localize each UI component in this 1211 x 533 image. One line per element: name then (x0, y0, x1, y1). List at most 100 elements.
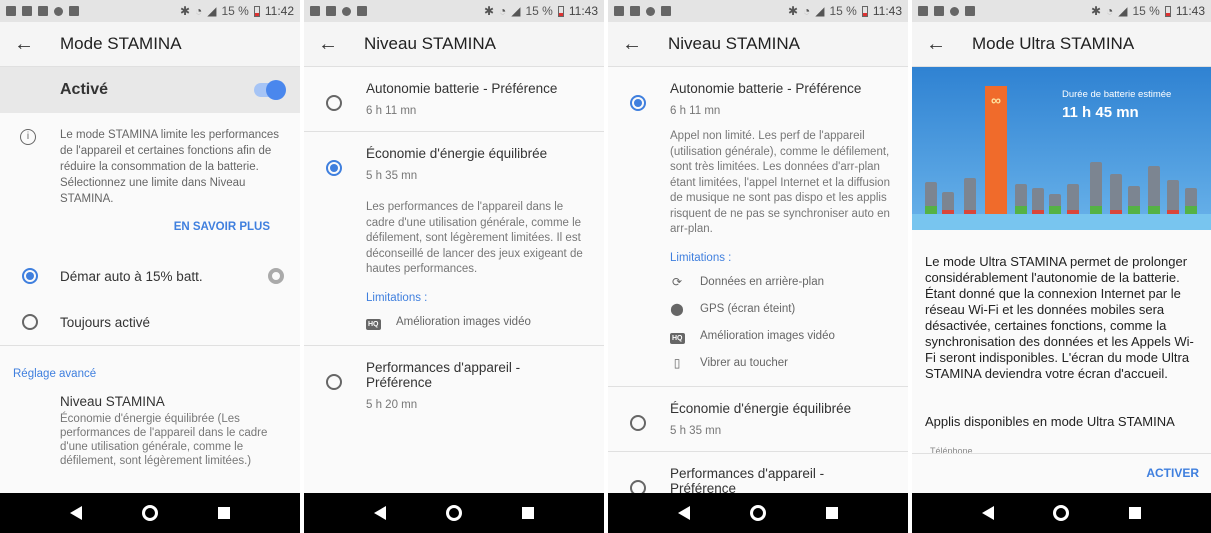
nav-back-icon[interactable] (374, 506, 386, 520)
nav-back-icon[interactable] (70, 506, 82, 520)
wifi-icon: ◔ (803, 4, 811, 18)
option-time: 5 h 35 mn (670, 424, 722, 437)
wifi-icon: ◔ (195, 4, 203, 18)
signal-icon: ◢ (511, 4, 521, 18)
available-apps-label: Applis disponibles en mode Ultra STAMINA (925, 414, 1175, 429)
radio-selected-icon[interactable] (326, 160, 342, 176)
radio-selected-icon[interactable] (22, 268, 38, 284)
nav-home-icon[interactable] (1053, 505, 1070, 521)
battery-bar-illustration (964, 178, 976, 214)
stamina-toggle[interactable] (254, 80, 286, 100)
screen-mode-stamina: ✱ ◔ ◢ 15 % 11:42 ← Mode STAMINA Activé i Le … (0, 0, 300, 533)
vibrate-icon: ▯ (673, 356, 681, 370)
status-bar: ✱ ◔ ◢ 15 % 11:43 (304, 0, 604, 22)
option-battery-priority[interactable]: Autonomie batterie - Préférence 6 h 11 m… (608, 67, 908, 386)
clock: 11:43 (872, 4, 902, 18)
image-icon (326, 6, 336, 16)
app-bar: ← Mode Ultra STAMINA (912, 22, 1211, 67)
nav-recents-icon[interactable] (522, 507, 534, 519)
stamina-level-item[interactable]: Niveau STAMINA Économie d'énergie équili… (0, 380, 300, 468)
notification-icon (614, 6, 624, 16)
radio-label: Démar auto à 15% batt. (60, 268, 203, 284)
option-balanced[interactable]: Économie d'énergie équilibrée 5 h 35 mn (608, 387, 908, 451)
signal-icon: ◢ (207, 4, 217, 18)
signal-icon: ◢ (815, 4, 825, 18)
screen-stamina-level-battery: ✱ ◔ ◢ 15 % 11:43 ← Niveau STAMINA Autonomie … (608, 0, 908, 533)
radio-unselected-icon[interactable] (326, 95, 342, 111)
radio-unselected-icon[interactable] (630, 479, 646, 493)
estimate-value: 11 h 45 mn (1062, 104, 1139, 121)
advanced-header: Réglage avancé (13, 368, 97, 380)
learn-more-link[interactable]: EN SAVOIR PLUS (0, 221, 300, 233)
limitation-item: HQ Amélioration images vidéo (670, 328, 890, 345)
radio-always-on[interactable]: Toujours activé (0, 299, 300, 345)
nav-home-icon[interactable] (446, 505, 462, 521)
clock: 11:43 (568, 4, 598, 18)
battery-icon (861, 5, 868, 17)
radio-label: Toujours activé (60, 314, 151, 330)
back-arrow-icon[interactable]: ← (304, 33, 352, 56)
notification-icon (310, 6, 320, 16)
nav-bar (608, 493, 908, 533)
nav-home-icon[interactable] (750, 505, 766, 521)
option-performance[interactable]: Performances d'appareil - Préférence 5 h… (304, 346, 604, 425)
activate-button[interactable]: ACTIVER (1146, 466, 1199, 480)
banner-ground (912, 214, 1211, 230)
back-arrow-icon[interactable]: ← (608, 33, 656, 56)
radio-unselected-icon[interactable] (326, 373, 342, 390)
youtube-icon (342, 6, 351, 16)
nav-home-icon[interactable] (142, 505, 158, 521)
battery-icon (1164, 5, 1171, 17)
ultra-stamina-description: Le mode Ultra STAMINA permet de prolonge… (925, 254, 1194, 381)
battery-bar-illustration (1049, 194, 1061, 214)
bluetooth-icon: ✱ (179, 4, 191, 18)
activity-icon (661, 6, 671, 16)
battery-estimate-banner: ∞ Durée de batterie estimée 11 h 45 mn (912, 67, 1211, 230)
option-title: Performances d'appareil - Préférence (366, 359, 521, 390)
activity-icon (69, 6, 79, 16)
battery-percent: 15 % (1132, 4, 1160, 18)
battery-bar-illustration (1032, 188, 1044, 214)
nav-back-icon[interactable] (981, 506, 994, 520)
hq-icon: HQ (670, 332, 685, 344)
notification-icon (22, 6, 32, 16)
signal-icon: ◢ (1118, 4, 1128, 18)
option-title: Économie d'énergie équilibrée (670, 400, 852, 416)
option-time: 6 h 11 mn (670, 105, 721, 117)
back-arrow-icon[interactable]: ← (912, 33, 960, 56)
option-title: Autonomie batterie - Préférence (366, 81, 558, 96)
battery-icon (557, 5, 564, 17)
option-battery-priority[interactable]: Autonomie batterie - Préférence 6 h 11 m… (304, 67, 604, 131)
back-arrow-icon[interactable]: ← (0, 33, 48, 56)
hq-icon: HQ (366, 318, 381, 330)
battery-bar-illustration (925, 182, 937, 214)
sync-icon: ⟳ (671, 275, 683, 289)
estimate-label: Durée de batterie estimée (1062, 89, 1172, 100)
radio-selected-icon[interactable] (630, 95, 646, 111)
nav-recents-icon[interactable] (1129, 507, 1142, 519)
wifi-icon: ◔ (1106, 4, 1114, 18)
gear-icon[interactable] (268, 268, 284, 284)
active-row[interactable]: Activé (0, 67, 300, 113)
battery-bar-illustration (1148, 166, 1160, 214)
limitations-label: Limitations : (366, 291, 428, 304)
bluetooth-icon: ✱ (787, 4, 799, 18)
limitation-label: Vibrer au toucher (700, 357, 789, 369)
option-performance[interactable]: Performances d'appareil - Préférence (608, 452, 908, 493)
radio-unselected-icon[interactable] (22, 314, 38, 330)
page-title: Mode Ultra STAMINA (972, 34, 1135, 53)
limitation-label: Données en arrière-plan (700, 276, 825, 288)
battery-bar-illustration (1185, 188, 1197, 214)
nav-back-icon[interactable] (678, 506, 690, 520)
image-icon (630, 6, 640, 16)
option-title: Économie d'énergie équilibrée (366, 146, 548, 161)
option-description: Les performances de l'appareil dans le c… (366, 201, 583, 275)
notification-icon (918, 6, 928, 16)
option-balanced[interactable]: Économie d'énergie équilibrée 5 h 35 mn … (304, 132, 604, 345)
radio-unselected-icon[interactable] (630, 414, 646, 431)
status-bar: ✱ ◔ ◢ 15 % 11:43 (608, 0, 908, 22)
nav-recents-icon[interactable] (826, 507, 838, 519)
nav-recents-icon[interactable] (218, 507, 230, 519)
wifi-icon: ◔ (499, 4, 507, 18)
radio-auto-start[interactable]: Démar auto à 15% batt. (0, 253, 300, 299)
